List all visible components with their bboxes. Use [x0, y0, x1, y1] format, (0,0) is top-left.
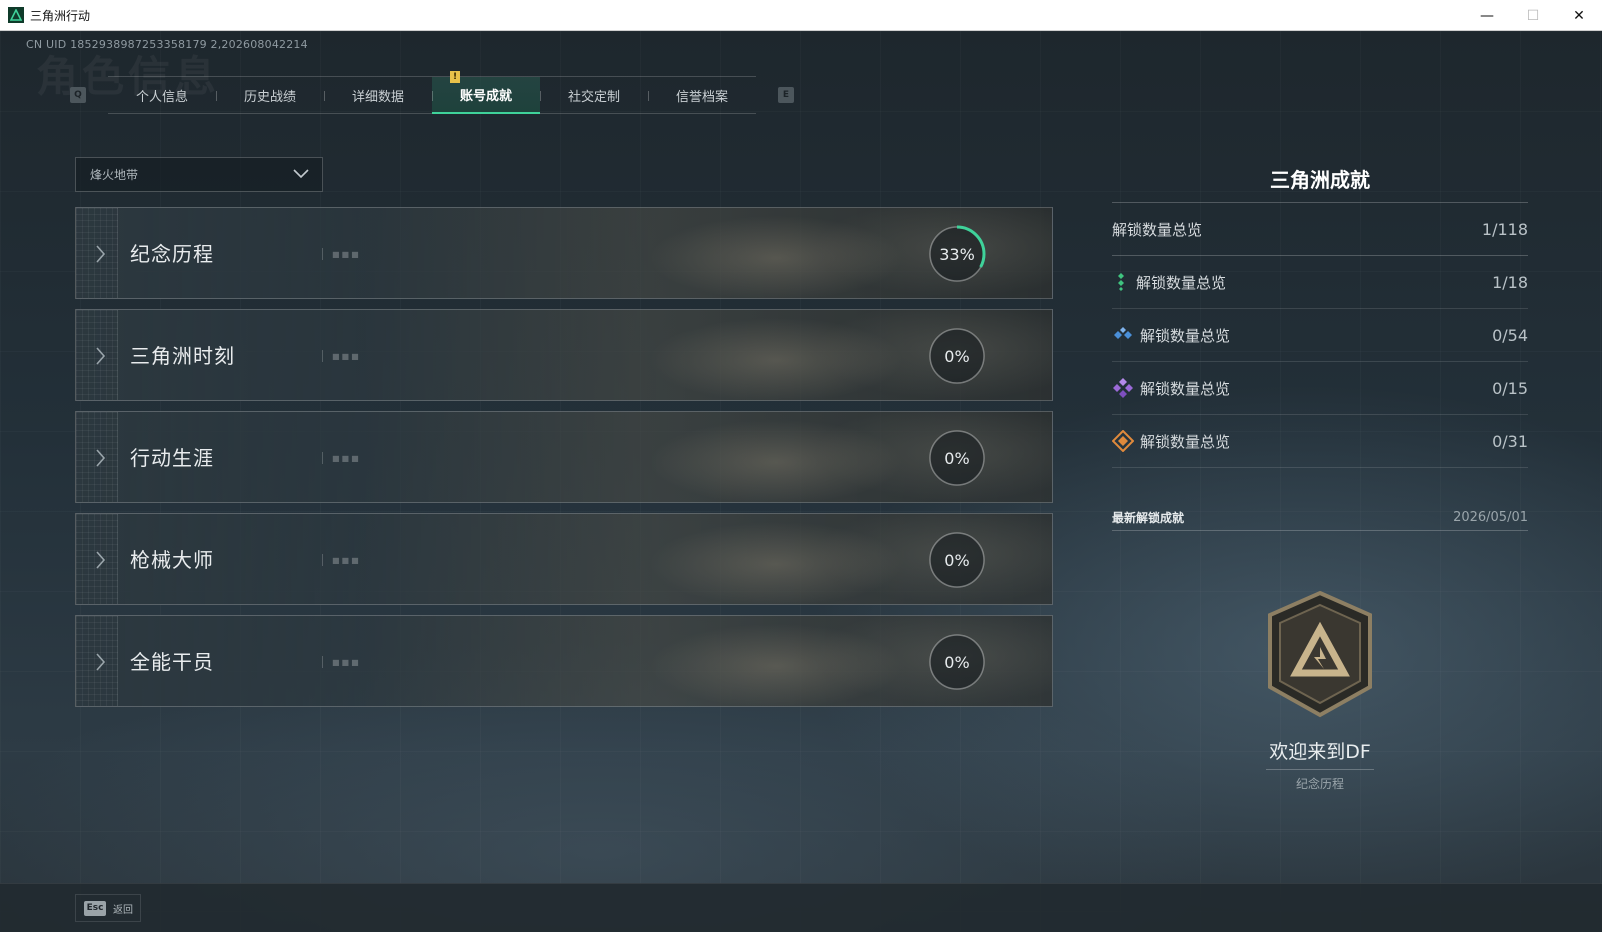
- tier-value: 1/18: [1492, 272, 1528, 292]
- close-button[interactable]: ✕: [1556, 0, 1602, 31]
- bottom-bar: Esc 返回: [0, 883, 1602, 932]
- progress-percent: 0%: [944, 550, 970, 570]
- category-name: 行动生涯: [130, 446, 214, 470]
- orange-tier-icon: [1112, 430, 1134, 452]
- decor-dots: ■■■: [332, 352, 361, 361]
- tab-personal-info[interactable]: 个人信息: [108, 77, 216, 114]
- tab-account-achievements[interactable]: 账号成就: [432, 77, 540, 114]
- tier-value: 0/54: [1492, 325, 1528, 345]
- total-unlock-row: 解锁数量总览 1/118: [1112, 203, 1528, 256]
- back-label: 返回: [113, 904, 133, 916]
- tab-detailed-data[interactable]: 详细数据: [324, 77, 432, 114]
- tab-bar: Q 个人信息 历史战绩 详细数据 账号成就 社交定制 信誉档案 ! E: [70, 71, 794, 114]
- latest-achievement-card[interactable]: 欢迎来到DF 纪念历程: [1124, 579, 1516, 849]
- green-tier-icon: [1118, 273, 1124, 291]
- category-name: 三角洲时刻: [130, 344, 235, 368]
- mode-select[interactable]: 烽火地带: [75, 157, 323, 192]
- chevron-right-icon: [96, 245, 106, 263]
- latest-unlock-label: 最新解锁成就: [1112, 511, 1185, 525]
- decor-dots: ■■■: [332, 250, 361, 259]
- achievement-category-list: 纪念历程 ■■■ 33% 三角洲时刻 ■■■ 0% 行动生涯 ■■■ 0% 枪械…: [75, 207, 1053, 717]
- divider: [1266, 769, 1374, 770]
- panel-title: 三角洲成就: [1112, 151, 1528, 203]
- window-title: 三角洲行动: [30, 8, 91, 23]
- tier-label: 解锁数量总览: [1136, 273, 1227, 292]
- tier-row-orange: 解锁数量总览 0/31: [1112, 415, 1528, 468]
- category-name: 枪械大师: [130, 548, 214, 572]
- tier-label: 解锁数量总览: [1140, 432, 1231, 451]
- blue-tier-icon: [1114, 327, 1132, 339]
- divider: [322, 452, 323, 464]
- category-card-weapon-master[interactable]: 枪械大师 ■■■ 0%: [75, 513, 1053, 605]
- tier-label: 解锁数量总览: [1140, 326, 1231, 345]
- tier-label: 解锁数量总览: [1140, 379, 1231, 398]
- category-card-operation-career[interactable]: 行动生涯 ■■■ 0%: [75, 411, 1053, 503]
- tier-value: 0/15: [1492, 378, 1528, 398]
- game-viewport: 角色信息 CN UID 1852938987253358179 2,202608…: [0, 31, 1602, 932]
- tab-match-history[interactable]: 历史战绩: [216, 77, 324, 114]
- achievement-summary-panel: 三角洲成就 解锁数量总览 1/118 解锁数量总览 1/18 解锁数量总览 0/…: [1112, 151, 1528, 468]
- chevron-right-icon: [96, 551, 106, 569]
- total-unlock-value: 1/118: [1481, 219, 1528, 239]
- chevron-right-icon: [96, 653, 106, 671]
- tab-social-custom[interactable]: 社交定制: [540, 77, 648, 114]
- prev-tab-key[interactable]: Q: [70, 87, 86, 103]
- next-tab-key[interactable]: E: [778, 87, 794, 103]
- progress-percent: 0%: [944, 448, 970, 468]
- back-button[interactable]: Esc 返回: [75, 894, 141, 922]
- maximize-button[interactable]: ☐: [1510, 0, 1556, 31]
- chevron-right-icon: [96, 347, 106, 365]
- progress-percent: 33%: [939, 244, 975, 264]
- uid-text: CN UID 1852938987253358179 2,20260804221…: [26, 38, 308, 51]
- category-card-delta-moments[interactable]: 三角洲时刻 ■■■ 0%: [75, 309, 1053, 401]
- chevron-right-icon: [96, 449, 106, 467]
- category-name: 纪念历程: [130, 242, 214, 266]
- divider: [322, 350, 323, 362]
- achievement-badge-icon: [1268, 590, 1372, 718]
- tab-credit-record[interactable]: 信誉档案: [648, 77, 756, 114]
- app-logo-icon: [8, 7, 24, 23]
- divider: [322, 656, 323, 668]
- decor-dots: ■■■: [332, 454, 361, 463]
- category-name: 全能干员: [130, 650, 214, 674]
- chevron-down-icon: [293, 169, 309, 179]
- tier-row-blue: 解锁数量总览 0/54: [1112, 309, 1528, 362]
- decor-dots: ■■■: [332, 658, 361, 667]
- latest-unlock-header: 最新解锁成就 2026/05/01: [1112, 505, 1528, 531]
- achievement-category: 纪念历程: [1295, 777, 1344, 791]
- achievement-name: 欢迎来到DF: [1269, 741, 1371, 763]
- tier-row-purple: 解锁数量总览 0/15: [1112, 362, 1528, 415]
- minimize-button[interactable]: —: [1464, 0, 1510, 31]
- window-titlebar: 三角洲行动 — ☐ ✕: [0, 0, 1602, 31]
- total-unlock-label: 解锁数量总览: [1112, 220, 1203, 239]
- latest-unlock-date: 2026/05/01: [1453, 510, 1528, 525]
- new-alert-badge: !: [450, 71, 460, 83]
- category-card-memorial[interactable]: 纪念历程 ■■■ 33%: [75, 207, 1053, 299]
- divider: [322, 554, 323, 566]
- mode-select-value: 烽火地带: [90, 168, 139, 182]
- category-card-all-round-operator[interactable]: 全能干员 ■■■ 0%: [75, 615, 1053, 707]
- progress-percent: 0%: [944, 346, 970, 366]
- progress-percent: 0%: [944, 652, 970, 672]
- decor-dots: ■■■: [332, 556, 361, 565]
- esc-key-icon: Esc: [84, 900, 106, 916]
- purple-tier-icon: [1113, 378, 1133, 398]
- tier-row-green: 解锁数量总览 1/18: [1112, 256, 1528, 309]
- tier-value: 0/31: [1492, 431, 1528, 451]
- divider: [322, 248, 323, 260]
